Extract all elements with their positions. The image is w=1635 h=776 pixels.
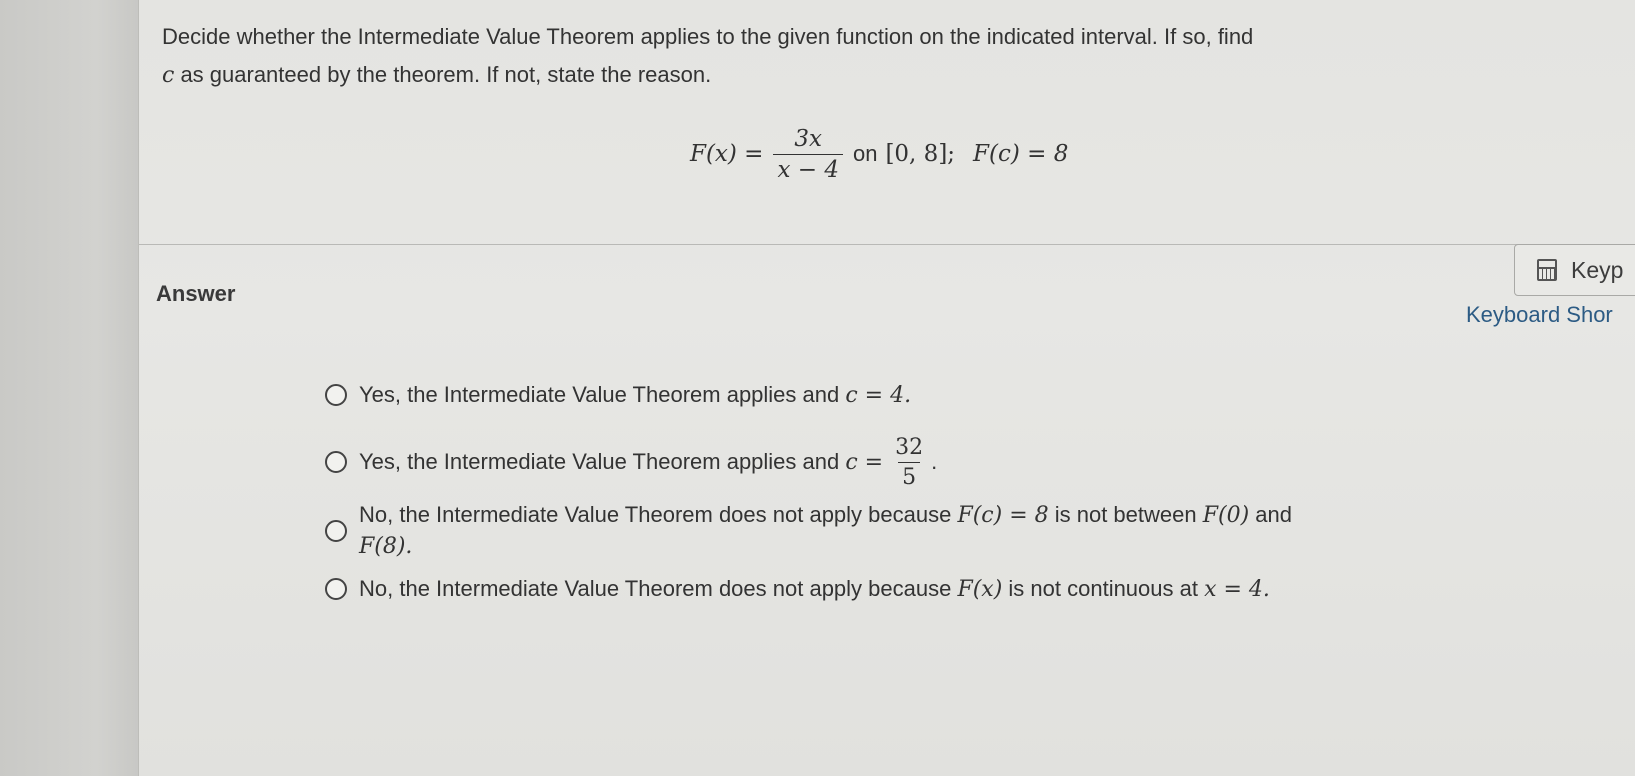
- answer-option-2[interactable]: Yes, the Intermediate Value Theorem appl…: [325, 430, 1435, 494]
- radio-button-4[interactable]: [325, 578, 347, 600]
- answer-option-4[interactable]: No, the Intermediate Value Theorem does …: [325, 574, 1435, 614]
- answer-option-3[interactable]: No, the Intermediate Value Theorem does …: [325, 500, 1435, 574]
- answer-options: Yes, the Intermediate Value Theorem appl…: [325, 380, 1435, 614]
- option-4-math-b: x = 4.: [1204, 577, 1270, 602]
- equation-condition: F(c) = 8: [973, 141, 1069, 167]
- section-divider: [139, 244, 1635, 245]
- calculator-icon: [1537, 259, 1557, 281]
- equation-fraction: 3x x − 4: [773, 126, 843, 183]
- radio-button-3[interactable]: [325, 520, 347, 542]
- equation-interval: [0, 8];: [885, 141, 956, 167]
- option-3-label-a: No, the Intermediate Value Theorem does …: [359, 502, 958, 527]
- option-3-math-c: F(8).: [359, 534, 413, 559]
- option-4-text: No, the Intermediate Value Theorem does …: [359, 574, 1270, 605]
- option-3-math-b: F(0): [1202, 503, 1250, 528]
- option-3-text: No, the Intermediate Value Theorem does …: [359, 500, 1292, 562]
- option-2-label: Yes, the Intermediate Value Theorem appl…: [359, 448, 846, 474]
- question-line-1: Decide whether the Intermediate Value Th…: [162, 24, 1254, 49]
- answer-label: Answer: [156, 281, 236, 306]
- keyboard-shortcuts-link[interactable]: Keyboard Shor: [1466, 302, 1613, 328]
- question-line-2-text: as guaranteed by the theorem. If not, st…: [174, 62, 712, 87]
- question-text: Decide whether the Intermediate Value Th…: [162, 18, 1402, 95]
- option-3-label-c: and: [1249, 502, 1292, 527]
- option-3-math-a: F(c) = 8: [957, 503, 1049, 528]
- option-4-math-a: F(x): [957, 577, 1003, 602]
- radio-button-1[interactable]: [325, 384, 347, 406]
- question-variable-c: c: [162, 63, 175, 88]
- option-2-text: Yes, the Intermediate Value Theorem appl…: [359, 447, 883, 478]
- answer-option-1[interactable]: Yes, the Intermediate Value Theorem appl…: [325, 380, 1435, 430]
- option-2-numerator: 32: [895, 434, 924, 460]
- option-2-math: c =: [845, 449, 884, 475]
- equation-numerator: 3x: [794, 125, 823, 152]
- option-1-label: Yes, the Intermediate Value Theorem appl…: [359, 382, 846, 407]
- keypad-label: Keyp: [1571, 256, 1624, 283]
- option-2-period: .: [931, 449, 938, 474]
- option-3-label-b: is not between: [1048, 502, 1203, 527]
- option-1-math: c = 4.: [845, 383, 912, 408]
- left-margin-strip: [0, 0, 139, 776]
- equation-lhs: F(x) =: [690, 141, 764, 167]
- question-line-2: c as guaranteed by the theorem. If not, …: [162, 56, 1402, 95]
- keypad-button[interactable]: Keyp: [1514, 244, 1635, 296]
- equation-on-word: on: [852, 141, 878, 166]
- option-2-fraction: 32 5: [891, 435, 927, 490]
- option-1-text: Yes, the Intermediate Value Theorem appl…: [359, 380, 911, 411]
- option-2-denominator: 5: [898, 461, 921, 490]
- option-4-label-b: is not continuous at: [1002, 576, 1205, 601]
- equation-denominator: x − 4: [773, 153, 843, 183]
- function-equation: F(x) = 3x x − 4 on [0, 8]; F(c) = 8: [690, 114, 1068, 194]
- option-4-label-a: No, the Intermediate Value Theorem does …: [359, 576, 958, 601]
- radio-button-2[interactable]: [325, 451, 347, 473]
